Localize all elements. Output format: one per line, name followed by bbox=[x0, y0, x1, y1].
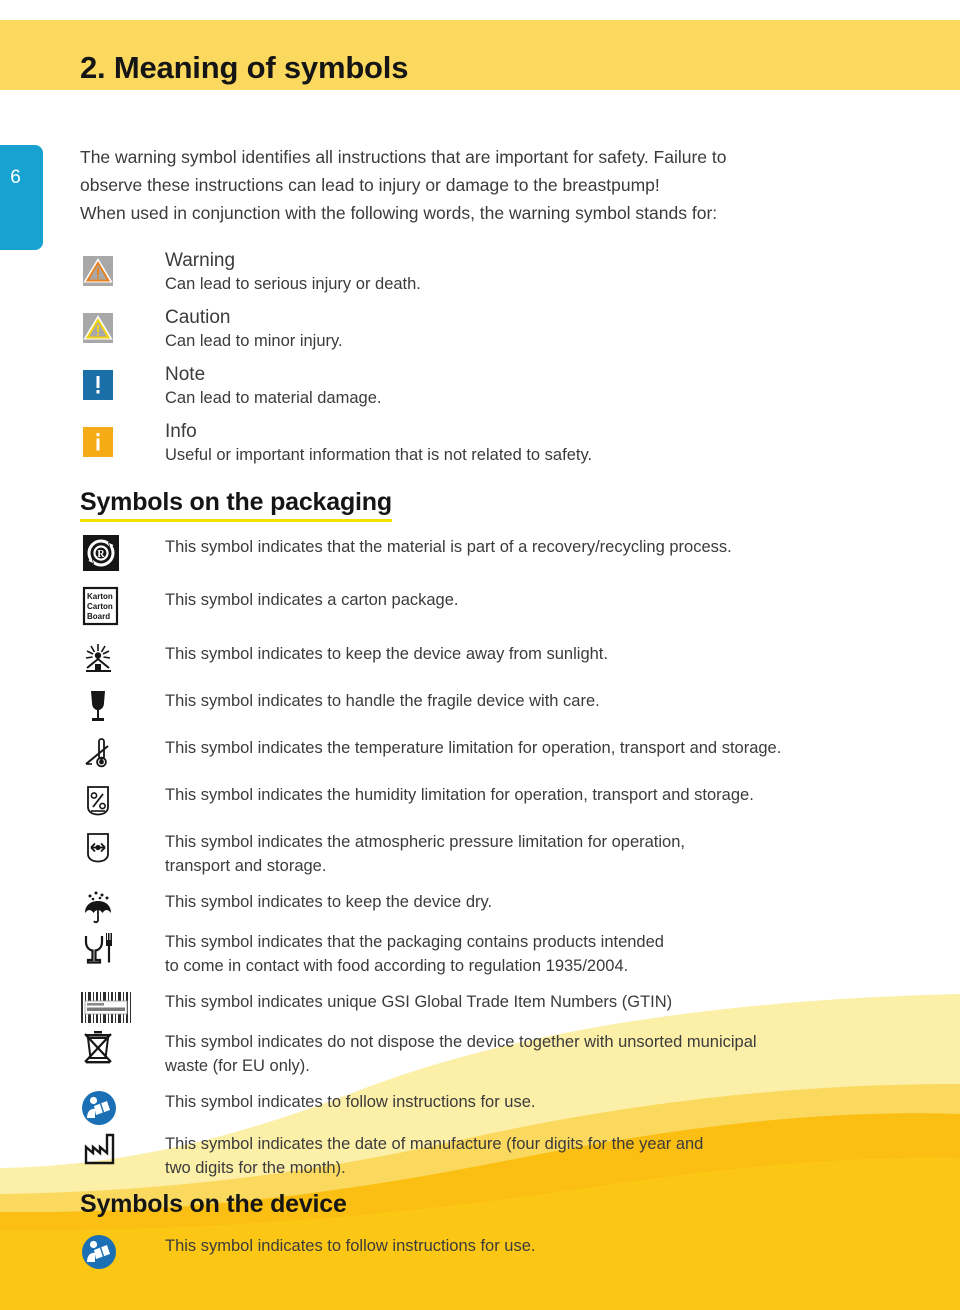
symbol-description: This symbol indicates the humidity limit… bbox=[165, 783, 895, 807]
symbol-description-line: This symbol indicates a carton package. bbox=[165, 591, 459, 609]
carton-label-board: Board bbox=[87, 612, 110, 621]
keep-away-from-sunlight-icon bbox=[85, 644, 111, 672]
symbol-description: This symbol indicates to keep the device… bbox=[165, 890, 895, 914]
symbol-description-line: This symbol indicates unique GSI Global … bbox=[165, 993, 673, 1011]
warning-term-text: Info Useful or important information tha… bbox=[165, 419, 865, 467]
symbol-description: This symbol indicates that the packaging… bbox=[165, 930, 895, 978]
intro-line-1: The warning symbol identifies all instru… bbox=[80, 147, 727, 167]
warning-term-row: Caution Can lead to minor injury. bbox=[80, 307, 880, 364]
page-content: The warning symbol identifies all instru… bbox=[0, 0, 960, 1310]
symbol-description: This symbol indicates to follow instruct… bbox=[165, 1234, 895, 1258]
symbol-description-line: This symbol indicates the temperature li… bbox=[165, 739, 782, 757]
symbol-description-line: This symbol indicates do not dispose the… bbox=[165, 1033, 757, 1051]
symbol-description: This symbol indicates that the material … bbox=[165, 535, 895, 559]
symbol-description: This symbol indicates do not dispose the… bbox=[165, 1030, 895, 1078]
warning-term-row: Note Can lead to material damage. bbox=[80, 364, 880, 421]
symbol-description-line: This symbol indicates to keep the device… bbox=[165, 893, 493, 911]
warning-term-row: Info Useful or important information tha… bbox=[80, 421, 880, 478]
warning-term-label: Caution bbox=[165, 307, 231, 328]
warning-term-label: Note bbox=[165, 364, 206, 385]
symbol-description-line: This symbol indicates to handle the frag… bbox=[165, 692, 600, 710]
symbol-description-line: two digits for the month). bbox=[165, 1159, 346, 1177]
symbol-description: This symbol indicates the date of manufa… bbox=[165, 1132, 895, 1180]
symbol-description-line: This symbol indicates to keep the device… bbox=[165, 645, 608, 663]
section-heading-packaging: Symbols on the packaging bbox=[80, 488, 392, 522]
warning-term-description: Can lead to minor injury. bbox=[165, 332, 343, 350]
warning-term-text: Warning Can lead to serious injury or de… bbox=[165, 248, 865, 296]
keep-dry-umbrella-icon bbox=[85, 891, 111, 924]
section-heading-device: Symbols on the device bbox=[80, 1190, 347, 1218]
warning-triangle-orange-icon bbox=[83, 256, 113, 286]
symbol-description: This symbol indicates the atmospheric pr… bbox=[165, 830, 895, 878]
page-number: 6 bbox=[10, 167, 21, 188]
symbol-description: This symbol indicates unique GSI Global … bbox=[165, 990, 895, 1014]
warning-term-description: Useful or important information that is … bbox=[165, 446, 593, 464]
humidity-limitation-icon bbox=[87, 786, 109, 816]
symbol-description-line: This symbol indicates that the material … bbox=[165, 538, 732, 556]
intro-line-2: observe these instructions can lead to i… bbox=[80, 175, 660, 195]
caution-triangle-yellow-icon bbox=[83, 313, 113, 343]
symbol-description-line: This symbol indicates the humidity limit… bbox=[165, 786, 754, 804]
carton-label-carton: Carton bbox=[87, 602, 113, 611]
symbol-description-line: to come in contact with food according t… bbox=[165, 957, 629, 975]
note-exclamation-icon bbox=[83, 370, 113, 400]
symbol-description: This symbol indicates to keep the device… bbox=[165, 642, 895, 666]
info-i-icon bbox=[83, 427, 113, 457]
warning-term-label: Warning bbox=[165, 250, 236, 271]
warning-terms-list: Warning Can lead to serious injury or de… bbox=[80, 250, 880, 478]
symbol-description: This symbol indicates to follow instruct… bbox=[165, 1090, 895, 1114]
intro-line-3: When used in conjunction with the follow… bbox=[80, 203, 718, 223]
symbol-description: This symbol indicates a carton package. bbox=[165, 588, 895, 612]
symbol-description: This symbol indicates to handle the frag… bbox=[165, 689, 895, 713]
warning-term-text: Caution Can lead to minor injury. bbox=[165, 305, 865, 353]
temperature-limitation-icon bbox=[85, 738, 109, 768]
symbol-description-line: This symbol indicates the date of manufa… bbox=[165, 1135, 704, 1153]
carton-label-karton: Karton bbox=[87, 592, 113, 601]
symbol-description-line: This symbol indicates to follow instruct… bbox=[165, 1093, 536, 1111]
follow-instructions-for-use-icon bbox=[82, 1091, 116, 1125]
warning-term-description: Can lead to material damage. bbox=[165, 389, 382, 407]
symbol-description-line: This symbol indicates to follow instruct… bbox=[165, 1237, 536, 1255]
follow-instructions-for-use-icon bbox=[82, 1235, 116, 1269]
carton-package-icon: Karton Carton Board bbox=[82, 586, 119, 626]
symbol-description-line: This symbol indicates the atmospheric pr… bbox=[165, 833, 685, 851]
weee-crossed-out-bin-icon bbox=[84, 1031, 112, 1064]
symbol-description-line: This symbol indicates that the packaging… bbox=[165, 933, 664, 951]
date-of-manufacture-factory-icon bbox=[84, 1133, 115, 1165]
warning-term-label: Info bbox=[165, 421, 197, 442]
warning-term-text: Note Can lead to material damage. bbox=[165, 362, 865, 410]
fragile-glass-icon bbox=[91, 691, 105, 721]
symbol-description-line: transport and storage. bbox=[165, 857, 327, 875]
recycling-resy-icon: R bbox=[83, 535, 119, 571]
warning-term-row: Warning Can lead to serious injury or de… bbox=[80, 250, 880, 307]
symbol-description: This symbol indicates the temperature li… bbox=[165, 736, 895, 760]
barcode-gtin-icon bbox=[80, 991, 132, 1024]
atmospheric-pressure-limitation-icon bbox=[87, 833, 109, 863]
intro-paragraph: The warning symbol identifies all instru… bbox=[80, 143, 880, 227]
food-contact-safe-icon bbox=[84, 933, 112, 964]
warning-term-description: Can lead to serious injury or death. bbox=[165, 275, 421, 293]
page-number-tab: 6 bbox=[0, 145, 43, 250]
svg-text:R: R bbox=[97, 549, 105, 560]
symbol-description-line: waste (for EU only). bbox=[165, 1057, 310, 1075]
